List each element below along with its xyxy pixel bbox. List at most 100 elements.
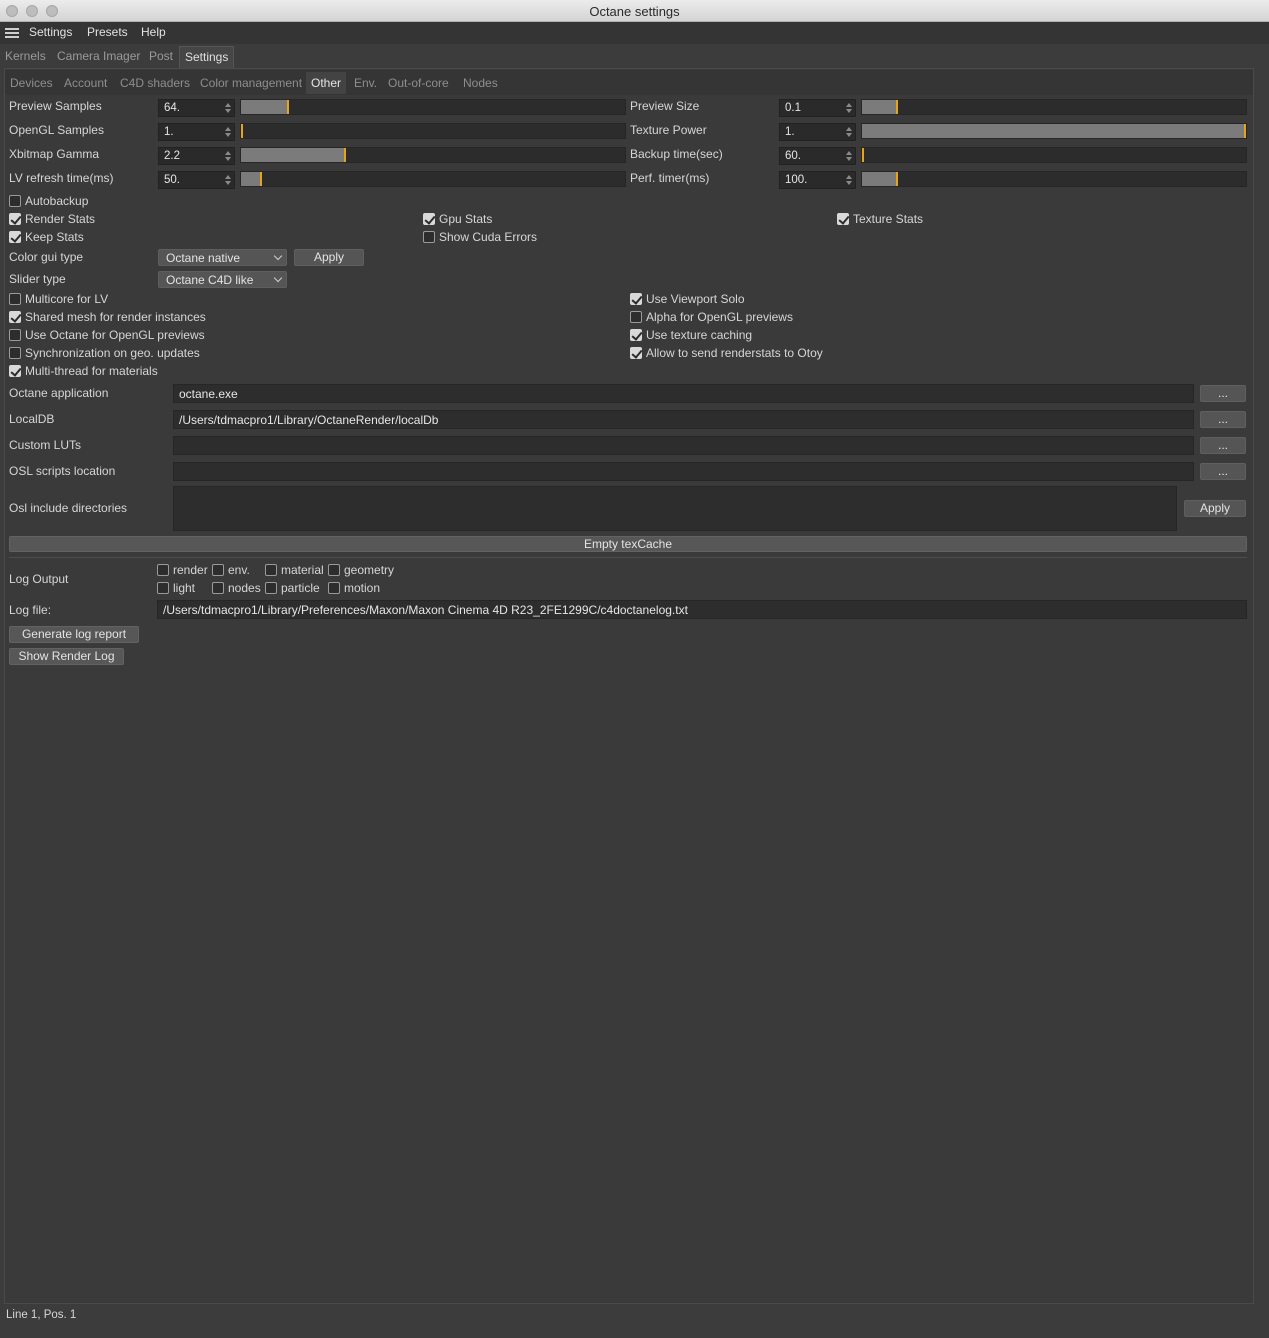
stepper-arrows-icon[interactable] [846, 102, 852, 114]
hamburger-menu-icon[interactable] [5, 28, 19, 38]
subtab-out-of-core[interactable]: Out-of-core [383, 72, 454, 94]
stepper-arrows-icon[interactable] [846, 126, 852, 138]
multithread-materials-checkbox[interactable] [9, 365, 21, 377]
menu-settings[interactable]: Settings [29, 25, 72, 39]
gpu-stats-checkbox[interactable] [423, 213, 435, 225]
viewport-solo-checkbox[interactable] [630, 293, 642, 305]
log-env-checkbox[interactable] [212, 564, 224, 576]
texture-power-input[interactable]: 1. [779, 123, 856, 141]
menu-bar: Settings Presets Help [0, 22, 1269, 44]
gpu-stats-label: Gpu Stats [439, 212, 493, 226]
slider-type-dropdown[interactable]: Octane C4D like [158, 271, 287, 288]
tab-camera-imager[interactable]: Camera Imager [52, 46, 145, 68]
octane-application-browse-button[interactable]: ... [1200, 385, 1246, 402]
multicore-lv-checkbox[interactable] [9, 293, 21, 305]
log-nodes-checkbox[interactable] [212, 582, 224, 594]
osl-scripts-field[interactable] [173, 462, 1194, 481]
tab-kernels[interactable]: Kernels [0, 46, 51, 68]
backup-time-slider[interactable] [861, 147, 1247, 163]
send-renderstats-checkbox[interactable] [630, 347, 642, 359]
subtab-c4d-shaders[interactable]: C4D shaders [115, 72, 195, 94]
texture-stats-label: Texture Stats [853, 212, 924, 226]
color-gui-apply-button[interactable]: Apply [294, 249, 364, 266]
alpha-opengl-label: Alpha for OpenGL previews [646, 310, 793, 324]
empty-texcache-button[interactable]: Empty texCache [9, 536, 1247, 552]
lv-refresh-time-input[interactable]: 50. [158, 171, 235, 189]
preview-samples-input[interactable]: 64. [158, 99, 235, 117]
stepper-arrows-icon[interactable] [846, 150, 852, 162]
shared-mesh-checkbox[interactable] [9, 311, 21, 323]
log-particle-checkbox[interactable] [265, 582, 277, 594]
cursor-position: Line 1, Pos. 1 [6, 1309, 77, 1321]
texture-power-slider[interactable] [861, 123, 1247, 139]
osl-scripts-browse-button[interactable]: ... [1200, 463, 1246, 480]
opengl-samples-slider[interactable] [240, 123, 626, 139]
main-tabs: Kernels Camera Imager Post Settings [0, 46, 1269, 68]
localdb-browse-button[interactable]: ... [1200, 411, 1246, 428]
tab-settings[interactable]: Settings [179, 46, 235, 68]
xbitmap-gamma-input[interactable]: 2.2 [158, 147, 235, 165]
alpha-opengl-checkbox[interactable] [630, 311, 642, 323]
osl-include-label: Osl include directories [9, 501, 128, 515]
custom-luts-field[interactable] [173, 436, 1194, 455]
stepper-arrows-icon[interactable] [846, 174, 852, 186]
color-gui-type-label: Color gui type [9, 250, 84, 264]
perf-timer-input[interactable]: 100. [779, 171, 856, 189]
perf-timer-slider[interactable] [861, 171, 1247, 187]
render-stats-checkbox[interactable] [9, 213, 21, 225]
osl-include-apply-button[interactable]: Apply [1184, 500, 1246, 517]
subtab-nodes[interactable]: Nodes [458, 72, 503, 94]
xbitmap-gamma-slider[interactable] [240, 147, 626, 163]
slider-type-label: Slider type [9, 272, 66, 286]
generate-log-report-button[interactable]: Generate log report [9, 626, 139, 643]
stepper-arrows-icon[interactable] [225, 150, 231, 162]
tab-post[interactable]: Post [144, 46, 178, 68]
octane-opengl-previews-checkbox[interactable] [9, 329, 21, 341]
viewport-solo-label: Use Viewport Solo [646, 292, 745, 306]
show-cuda-errors-checkbox[interactable] [423, 231, 435, 243]
preview-samples-label: Preview Samples [9, 99, 102, 113]
opengl-samples-input[interactable]: 1. [158, 123, 235, 141]
stepper-arrows-icon[interactable] [225, 102, 231, 114]
color-gui-type-dropdown[interactable]: Octane native [158, 249, 287, 266]
stepper-arrows-icon[interactable] [225, 126, 231, 138]
autobackup-checkbox[interactable] [9, 195, 21, 207]
subtab-other[interactable]: Other [306, 72, 347, 94]
backup-time-input[interactable]: 60. [779, 147, 856, 165]
log-material-checkbox[interactable] [265, 564, 277, 576]
subtab-devices[interactable]: Devices [5, 72, 58, 94]
section-divider [9, 557, 1247, 558]
keep-stats-checkbox[interactable] [9, 231, 21, 243]
log-motion-checkbox[interactable] [328, 582, 340, 594]
log-render-checkbox[interactable] [157, 564, 169, 576]
multithread-materials-label: Multi-thread for materials [25, 364, 158, 378]
show-cuda-errors-label: Show Cuda Errors [439, 230, 538, 244]
preview-size-input[interactable]: 0.1 [779, 99, 856, 117]
multicore-lv-label: Multicore for LV [25, 292, 109, 306]
lv-refresh-time-slider[interactable] [240, 171, 626, 187]
osl-include-textarea[interactable] [173, 486, 1177, 531]
sync-geo-updates-label: Synchronization on geo. updates [25, 346, 200, 360]
octane-application-field[interactable]: octane.exe [173, 384, 1194, 403]
chevron-down-icon [273, 273, 283, 283]
subtab-account[interactable]: Account [59, 72, 112, 94]
log-geometry-checkbox[interactable] [328, 564, 340, 576]
texture-caching-checkbox[interactable] [630, 329, 642, 341]
log-file-label: Log file: [9, 603, 52, 617]
log-file-field[interactable]: /Users/tdmacpro1/Library/Preferences/Max… [157, 600, 1247, 619]
show-render-log-button[interactable]: Show Render Log [9, 648, 124, 665]
menu-presets[interactable]: Presets [87, 25, 128, 39]
texture-stats-checkbox[interactable] [837, 213, 849, 225]
stepper-arrows-icon[interactable] [225, 174, 231, 186]
log-light-checkbox[interactable] [157, 582, 169, 594]
log-material-label: material [281, 563, 324, 577]
sync-geo-updates-checkbox[interactable] [9, 347, 21, 359]
preview-samples-slider[interactable] [240, 99, 626, 115]
subtab-color-management[interactable]: Color management [195, 72, 307, 94]
menu-help[interactable]: Help [141, 25, 166, 39]
preview-size-slider[interactable] [861, 99, 1247, 115]
localdb-field[interactable]: /Users/tdmacpro1/Library/OctaneRender/lo… [173, 410, 1194, 429]
octane-opengl-previews-label: Use Octane for OpenGL previews [25, 328, 205, 342]
subtab-env[interactable]: Env. [349, 72, 382, 94]
custom-luts-browse-button[interactable]: ... [1200, 437, 1246, 454]
